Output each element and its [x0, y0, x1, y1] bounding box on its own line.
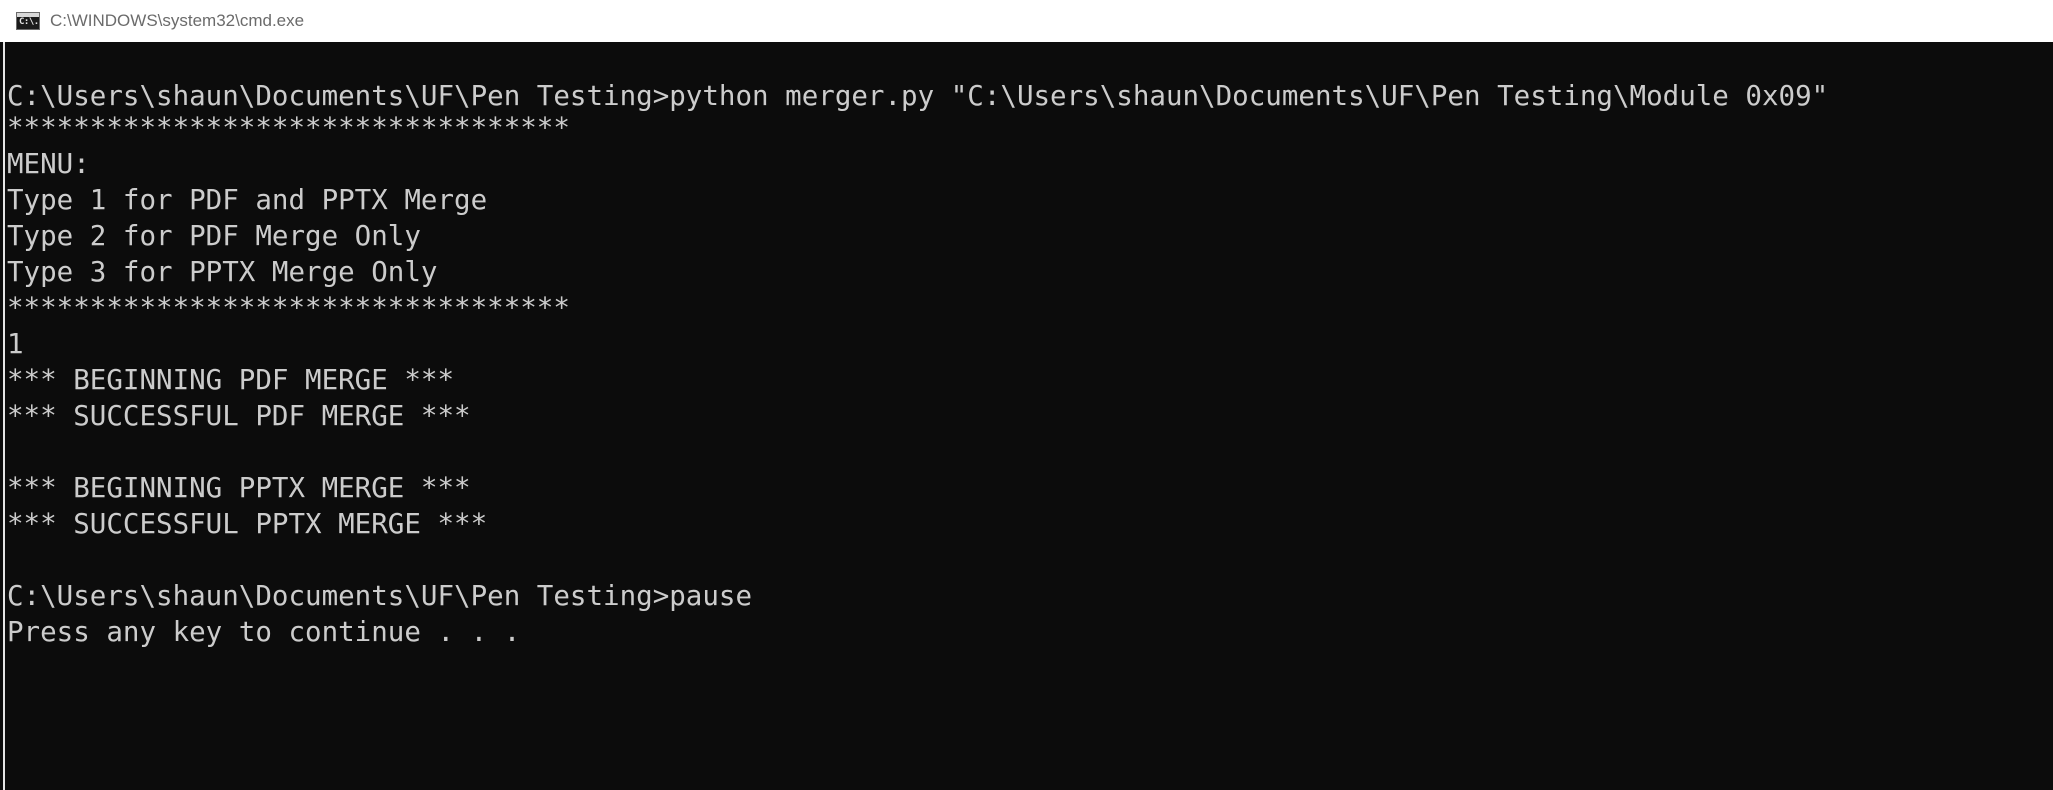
- title-bar[interactable]: C:\. C:\WINDOWS\system32\cmd.exe: [0, 0, 2053, 42]
- console-line-separator: **********************************: [7, 292, 570, 324]
- window-title: C:\WINDOWS\system32\cmd.exe: [50, 11, 305, 30]
- console-line-pdf-begin: *** BEGINNING PDF MERGE ***: [7, 364, 455, 396]
- console-line-menu-option-3: Type 3 for PPTX Merge Only: [7, 256, 438, 288]
- console-line-pdf-success: *** SUCCESSFUL PDF MERGE ***: [7, 400, 471, 432]
- console-line-menu-option-2: Type 2 for PDF Merge Only: [7, 220, 421, 252]
- console-line-press-any-key: Press any key to continue . . .: [7, 616, 521, 648]
- console-line-pptx-success: *** SUCCESSFUL PPTX MERGE ***: [7, 508, 488, 540]
- cmd-app-icon: C:\.: [16, 12, 40, 30]
- console-line-menu-header: MENU:: [7, 148, 90, 180]
- console-line-user-input: 1: [7, 328, 24, 360]
- console-line-pause-command: C:\Users\shaun\Documents\UF\Pen Testing>…: [7, 580, 753, 612]
- console-line-menu-option-1: Type 1 for PDF and PPTX Merge: [7, 184, 488, 216]
- console-line-pptx-begin: *** BEGINNING PPTX MERGE ***: [7, 472, 471, 504]
- console-line-command: C:\Users\shaun\Documents\UF\Pen Testing>…: [7, 80, 1829, 112]
- cmd-window: C:\. C:\WINDOWS\system32\cmd.exe C:\User…: [0, 0, 2053, 790]
- console-line-separator: **********************************: [7, 112, 570, 144]
- console-output-area[interactable]: C:\Users\shaun\Documents\UF\Pen Testing>…: [3, 42, 2053, 790]
- icon-prompt-glyph: C:\.: [19, 17, 39, 27]
